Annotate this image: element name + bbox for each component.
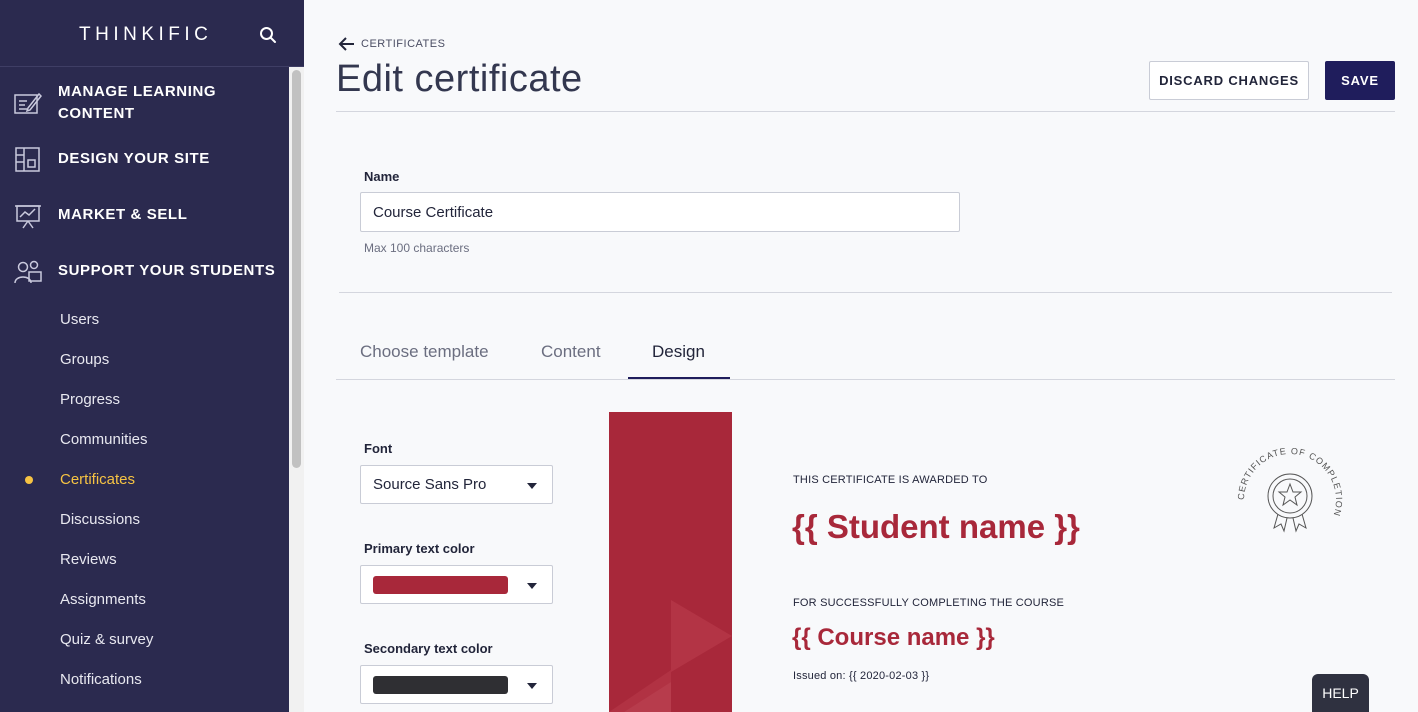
primary-color-select[interactable] [360,565,553,604]
sidebar-header: THINKIFIC [0,0,304,67]
font-label: Font [364,441,393,456]
primary-color-swatch [373,575,508,594]
sidebar-item-quiz-survey[interactable]: Quiz & survey [60,631,153,648]
tab-choose-template[interactable]: Choose template [360,342,489,362]
section-divider [339,292,1392,293]
users-group-icon [14,260,42,284]
page-title: Edit certificate [336,58,583,100]
seal-text: CERTIFICATE OF COMPLETION [1236,446,1343,518]
triangle-decoration-icon [609,600,732,712]
back-link[interactable]: CERTIFICATES [338,37,445,51]
edit-content-icon [14,92,42,114]
caret-down-icon [527,483,537,489]
caret-down-icon [527,583,537,589]
font-select-value: Source Sans Pro [373,476,487,493]
discard-changes-button[interactable]: DISCARD CHANGES [1149,61,1309,100]
sidebar-item-progress[interactable]: Progress [60,391,120,408]
certificate-completing-text: FOR SUCCESSFULLY COMPLETING THE COURSE [793,597,1065,609]
caret-down-icon [527,683,537,689]
sidebar-item-groups[interactable]: Groups [60,351,109,368]
sidebar-item-label: CONTENT [58,105,135,122]
active-indicator-dot [25,476,33,484]
brand-logo[interactable]: THINKIFIC [79,24,212,46]
tab-design[interactable]: Design [652,342,705,362]
sidebar-item-label: DESIGN YOUR SITE [58,150,210,167]
sidebar-item-support-your-students[interactable]: SUPPORT YOUR STUDENTS [0,258,289,286]
name-input[interactable]: Course Certificate [360,192,960,232]
sidebar-item-manage-learning-content[interactable]: MANAGE LEARNING CONTENT [0,80,289,128]
secondary-color-swatch [373,675,508,694]
tab-content[interactable]: Content [541,342,601,362]
sidebar-item-certificates[interactable]: Certificates [60,471,135,488]
back-link-label: CERTIFICATES [361,38,446,50]
header-divider [336,111,1395,112]
save-button[interactable]: SAVE [1325,61,1395,100]
help-button[interactable]: HELP [1312,674,1369,712]
sidebar-scrollbar-thumb[interactable] [292,70,301,468]
sidebar-item-design-your-site[interactable]: DESIGN YOUR SITE [0,146,289,174]
font-select[interactable]: Source Sans Pro [360,465,553,504]
sidebar: THINKIFIC MANAGE LEARNING CONTENT DESIGN… [0,0,304,712]
sidebar-item-assignments[interactable]: Assignments [60,591,146,608]
certificate-course-name: {{ Course name }} [792,624,995,651]
certificate-decorative-band [609,412,732,712]
certificate-issued-on: Issued on: {{ 2020-02-03 }} [793,670,930,682]
name-hint: Max 100 characters [364,241,470,255]
sidebar-item-communities[interactable]: Communities [60,431,148,448]
certificate-awarded-to: THIS CERTIFICATE IS AWARDED TO [793,474,988,486]
certificate-seal-icon: CERTIFICATE OF COMPLETION [1236,446,1344,533]
search-icon[interactable] [259,26,277,44]
main-content: CERTIFICATES Edit certificate DISCARD CH… [304,0,1418,712]
sidebar-item-discussions[interactable]: Discussions [60,511,140,528]
sidebar-item-label: MARKET & SELL [58,206,188,223]
secondary-color-select[interactable] [360,665,553,704]
certificate-student-name: {{ Student name }} [792,508,1080,545]
sidebar-item-label: SUPPORT YOUR STUDENTS [58,262,276,279]
name-input-value: Course Certificate [373,203,494,221]
layout-icon [15,147,40,172]
svg-text:CERTIFICATE OF COMPLETION: CERTIFICATE OF COMPLETION [1236,446,1344,518]
sidebar-item-label: MANAGE LEARNING [58,83,217,100]
arrow-left-icon [338,37,354,51]
primary-color-label: Primary text color [364,541,475,556]
sidebar-item-users[interactable]: Users [60,311,99,328]
name-label: Name [364,169,400,184]
sidebar-item-reviews[interactable]: Reviews [60,551,117,568]
tabs-divider [336,379,1395,380]
sidebar-item-notifications[interactable]: Notifications [60,671,142,688]
sidebar-item-market-sell[interactable]: MARKET & SELL [0,202,289,230]
presentation-chart-icon [15,205,41,229]
secondary-color-label: Secondary text color [364,641,493,656]
